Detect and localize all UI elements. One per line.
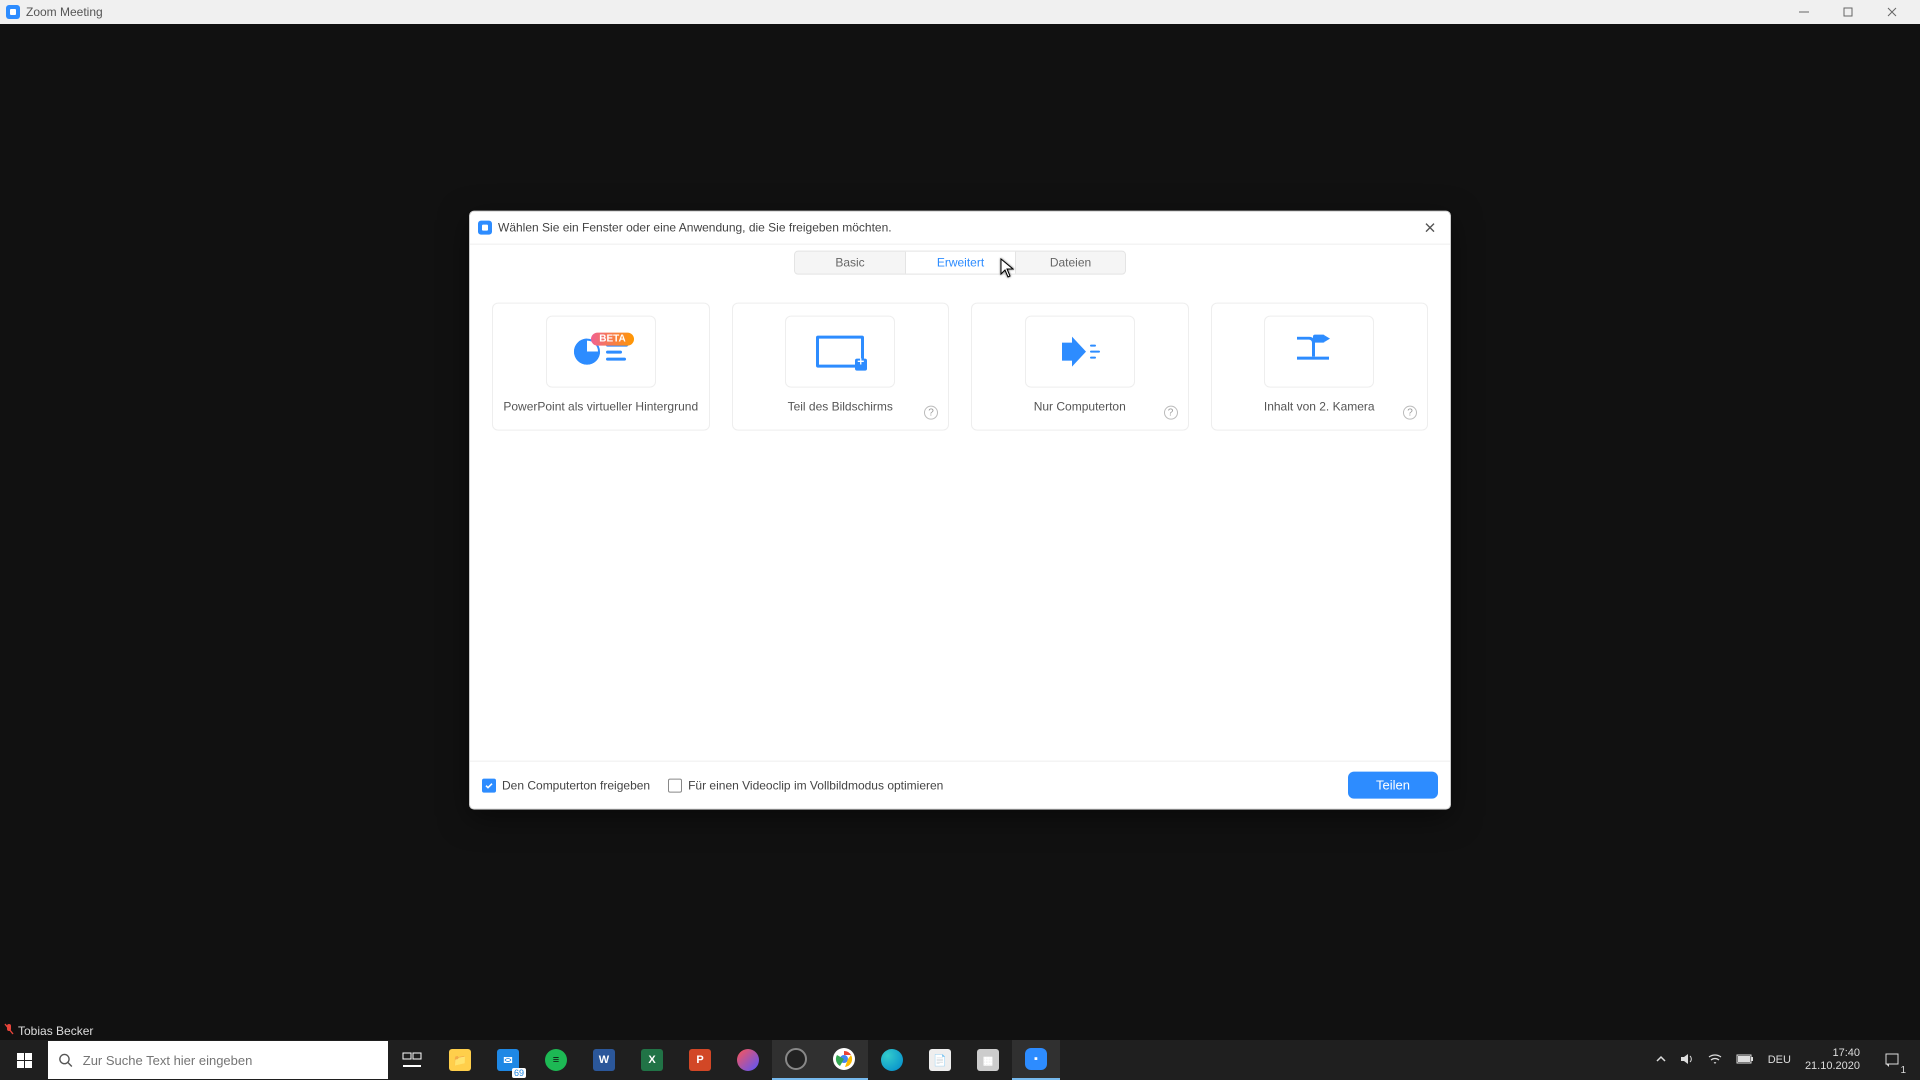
search-icon (58, 1052, 73, 1068)
app-icon: ▦ (977, 1049, 999, 1071)
mail-badge: 69 (512, 1068, 526, 1078)
dialog-header: Wählen Sie ein Fenster oder eine Anwendu… (470, 212, 1450, 245)
participant-label: Tobias Becker (4, 1023, 93, 1038)
option-label: PowerPoint als virtueller Hintergrund (503, 400, 698, 414)
edge-icon (881, 1049, 903, 1071)
participant-name: Tobias Becker (18, 1024, 93, 1038)
taskbar: 📁 ✉ 69 ≡ W X P 📄 ▦ ▪ DEU 17:40 2 (0, 1040, 1920, 1080)
zoom-icon (478, 221, 492, 235)
notification-count: 1 (1900, 1065, 1906, 1076)
chrome-icon (833, 1048, 855, 1070)
zoom-icon (6, 5, 20, 19)
speaker-icon (1062, 337, 1098, 367)
word-icon: W (593, 1049, 615, 1071)
tab-bar: Basic Erweitert Dateien (470, 245, 1450, 277)
tray-date: 21.10.2020 (1805, 1060, 1860, 1073)
task-view-button[interactable] (388, 1040, 436, 1080)
help-icon[interactable]: ? (1164, 406, 1178, 420)
tray-notifications[interactable]: 1 (1874, 1040, 1910, 1080)
folder-icon: 📁 (449, 1049, 471, 1071)
tray-overflow-icon[interactable] (1656, 1054, 1666, 1067)
taskbar-app-word[interactable]: W (580, 1040, 628, 1080)
second-camera-icon (1297, 337, 1341, 367)
app-titlebar: Zoom Meeting (0, 0, 1920, 24)
option-ppt-virtual-bg[interactable]: BETA PowerPoint als virtueller Hintergru… (492, 303, 710, 431)
presentation-icon: BETA (574, 339, 628, 365)
taskbar-app-generic2[interactable]: ▦ (964, 1040, 1012, 1080)
share-button[interactable]: Teilen (1348, 772, 1438, 799)
tray-language[interactable]: DEU (1768, 1054, 1791, 1066)
maximize-button[interactable] (1826, 0, 1870, 24)
checkbox-label: Den Computerton freigeben (502, 778, 650, 792)
app-icon (737, 1049, 759, 1071)
zoom-icon: ▪ (1025, 1048, 1047, 1070)
tray-time: 17:40 (1805, 1047, 1860, 1060)
option-label: Nur Computerton (1034, 400, 1126, 414)
tray-wifi-icon[interactable] (1708, 1053, 1722, 1068)
option-screen-portion[interactable]: + Teil des Bildschirms ? (732, 303, 950, 431)
checkbox-label: Für einen Videoclip im Vollbildmodus opt… (688, 778, 943, 792)
checkbox-share-audio[interactable]: Den Computerton freigeben (482, 778, 650, 792)
checkbox-icon (482, 778, 496, 792)
dialog-title: Wählen Sie ein Fenster oder eine Anwendu… (498, 221, 892, 235)
tab-basic[interactable]: Basic (795, 252, 905, 274)
tray-volume-icon[interactable] (1680, 1053, 1694, 1068)
taskbar-app-chrome[interactable] (820, 1040, 868, 1080)
option-label: Inhalt von 2. Kamera (1264, 400, 1375, 414)
mic-muted-icon (4, 1023, 14, 1038)
spotify-icon: ≡ (545, 1049, 567, 1071)
taskbar-app-edge[interactable] (868, 1040, 916, 1080)
minimize-button[interactable] (1782, 0, 1826, 24)
checkbox-optimize-video[interactable]: Für einen Videoclip im Vollbildmodus opt… (668, 778, 943, 792)
taskbar-app-powerpoint[interactable]: P (676, 1040, 724, 1080)
taskbar-app-explorer[interactable]: 📁 (436, 1040, 484, 1080)
notification-icon (1884, 1052, 1900, 1068)
notepad-icon: 📄 (929, 1049, 951, 1071)
taskbar-app-zoom[interactable]: ▪ (1012, 1040, 1060, 1080)
powerpoint-icon: P (689, 1049, 711, 1071)
start-button[interactable] (0, 1040, 48, 1080)
taskbar-app-obs[interactable] (772, 1040, 820, 1080)
task-view-icon (402, 1052, 422, 1068)
taskbar-app-generic1[interactable] (724, 1040, 772, 1080)
taskbar-app-notepad[interactable]: 📄 (916, 1040, 964, 1080)
beta-badge: BETA (591, 333, 633, 346)
option-label: Teil des Bildschirms (788, 400, 893, 414)
help-icon[interactable]: ? (1403, 406, 1417, 420)
share-dialog: Wählen Sie ein Fenster oder eine Anwendu… (470, 212, 1450, 809)
checkbox-icon (668, 778, 682, 792)
taskbar-app-excel[interactable]: X (628, 1040, 676, 1080)
app-title: Zoom Meeting (26, 5, 103, 19)
dialog-footer: Den Computerton freigeben Für einen Vide… (470, 761, 1450, 809)
tray-battery-icon[interactable] (1736, 1054, 1754, 1067)
option-second-camera[interactable]: Inhalt von 2. Kamera ? (1211, 303, 1429, 431)
search-input[interactable] (83, 1053, 378, 1068)
tab-files[interactable]: Dateien (1015, 252, 1125, 274)
share-options: BETA PowerPoint als virtueller Hintergru… (470, 277, 1450, 441)
taskbar-app-spotify[interactable]: ≡ (532, 1040, 580, 1080)
option-computer-audio[interactable]: Nur Computerton ? (971, 303, 1189, 431)
taskbar-app-mail[interactable]: ✉ 69 (484, 1040, 532, 1080)
windows-icon (17, 1053, 32, 1068)
taskbar-search[interactable] (48, 1041, 388, 1079)
dialog-close-button[interactable] (1418, 218, 1442, 238)
excel-icon: X (641, 1049, 663, 1071)
screen-portion-icon: + (816, 336, 864, 368)
tab-advanced[interactable]: Erweitert (905, 252, 1015, 274)
obs-icon (785, 1048, 807, 1070)
help-icon[interactable]: ? (924, 406, 938, 420)
close-window-button[interactable] (1870, 0, 1914, 24)
tray-clock[interactable]: 17:40 21.10.2020 (1805, 1047, 1860, 1073)
